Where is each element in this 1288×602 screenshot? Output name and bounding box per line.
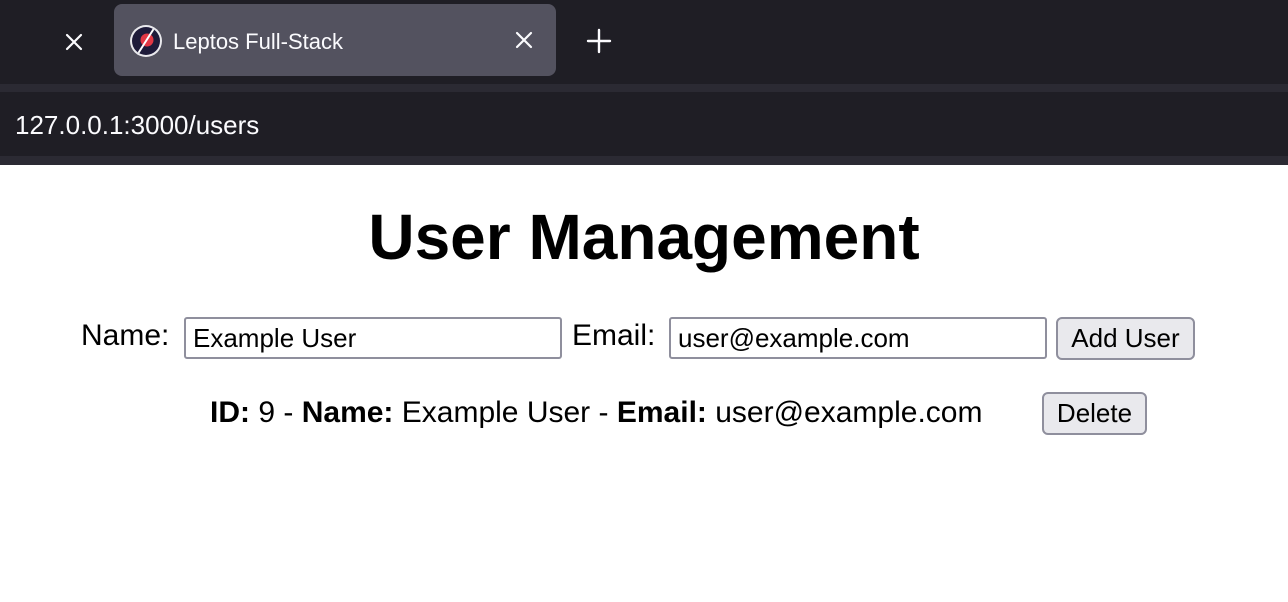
url-text[interactable]: 127.0.0.1:3000/users: [15, 110, 259, 141]
id-label: ID:: [210, 396, 250, 429]
chrome-divider: [0, 156, 1288, 165]
add-user-button[interactable]: Add User: [1056, 317, 1195, 360]
tab-strip: Leptos Full-Stack: [0, 0, 1288, 84]
favicon-icon: [130, 25, 162, 57]
page-title: User Management: [368, 201, 920, 273]
close-icon[interactable]: [506, 22, 542, 58]
tab-active[interactable]: Leptos Full-Stack: [114, 4, 556, 76]
close-icon-glyph: [515, 31, 533, 49]
plus-icon: [586, 28, 612, 54]
user-email: user@example.com: [715, 396, 983, 429]
user-email-label: Email:: [616, 396, 707, 429]
email-label: Email:: [572, 319, 656, 352]
toolbar-divider: [0, 84, 1288, 92]
name-input[interactable]: [184, 317, 562, 359]
close-icon[interactable]: [56, 24, 92, 60]
page-content: User Management Name: Email: Add User ID…: [0, 165, 1288, 602]
browser-chrome: Leptos Full-Stack 127.0.0.1:3000/users: [0, 0, 1288, 165]
list-item: ID: 9 - Name: Example User - Email: user…: [210, 393, 982, 433]
new-tab-button[interactable]: [580, 22, 618, 60]
separator: -: [598, 396, 609, 429]
user-name-label: Name:: [301, 396, 394, 429]
user-name: Example User: [401, 396, 591, 429]
delete-button[interactable]: Delete: [1042, 392, 1147, 435]
separator: -: [283, 396, 294, 429]
name-label: Name:: [81, 319, 170, 352]
address-bar[interactable]: 127.0.0.1:3000/users: [0, 92, 1288, 156]
email-input[interactable]: [669, 317, 1047, 359]
user-id: 9: [258, 396, 276, 429]
close-icon-glyph: [65, 33, 83, 51]
tab-title: Leptos Full-Stack: [173, 29, 343, 54]
